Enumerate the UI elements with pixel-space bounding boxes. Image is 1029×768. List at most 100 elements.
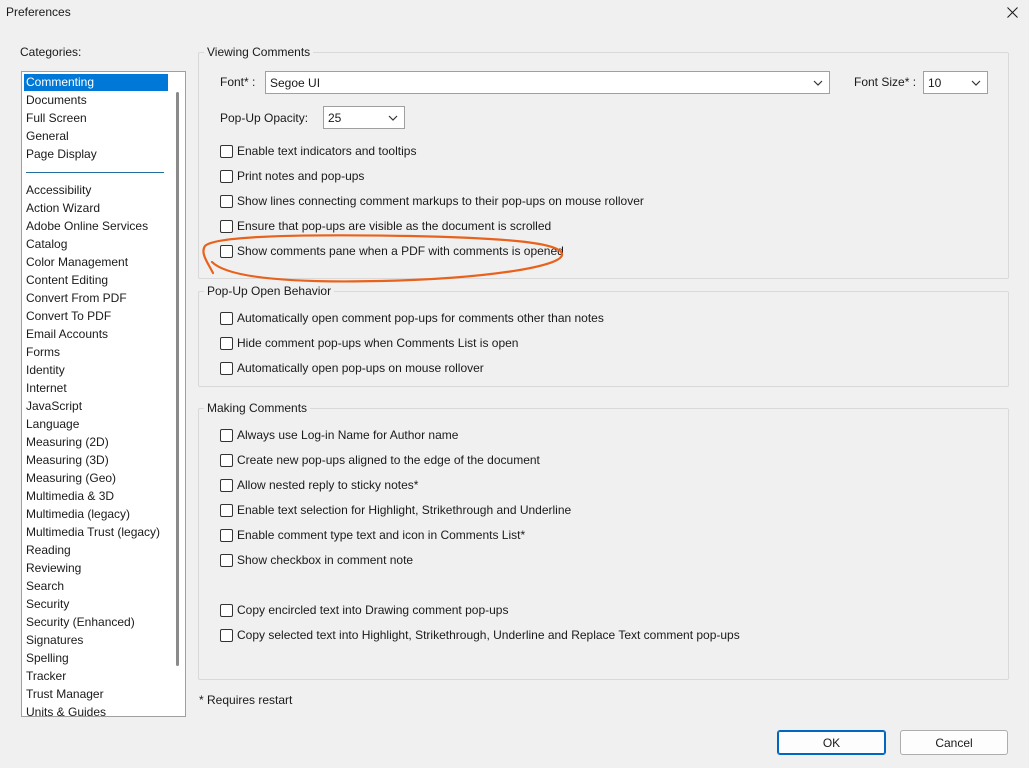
category-item[interactable]: Language bbox=[24, 416, 168, 433]
category-item[interactable]: Multimedia (legacy) bbox=[24, 506, 168, 523]
category-item[interactable]: Internet bbox=[24, 380, 168, 397]
option-label: Print notes and pop-ups bbox=[237, 169, 365, 183]
category-item-documents[interactable]: Documents bbox=[24, 92, 168, 109]
close-icon bbox=[1006, 6, 1018, 18]
option-enable-text-indicators[interactable]: Enable text indicators and tooltips bbox=[220, 143, 416, 159]
checkbox[interactable] bbox=[220, 628, 233, 642]
font-label: Font* : bbox=[220, 75, 256, 89]
option-open-on-rollover[interactable]: Automatically open pop-ups on mouse roll… bbox=[220, 360, 484, 376]
category-item[interactable]: Security (Enhanced) bbox=[24, 614, 168, 631]
requires-restart-note: * Requires restart bbox=[199, 693, 293, 707]
opacity-value: 25 bbox=[328, 111, 342, 125]
opacity-label: Pop-Up Opacity: bbox=[220, 111, 309, 125]
checkbox[interactable] bbox=[220, 503, 233, 517]
option-popups-visible[interactable]: Ensure that pop-ups are visible as the d… bbox=[220, 218, 551, 234]
option-comment-type-icon[interactable]: Enable comment type text and icon in Com… bbox=[220, 527, 525, 543]
option-login-name[interactable]: Always use Log-in Name for Author name bbox=[220, 427, 458, 443]
category-item[interactable]: Multimedia Trust (legacy) bbox=[24, 524, 168, 541]
category-item[interactable]: Trust Manager bbox=[24, 686, 168, 703]
category-item[interactable]: Units & Guides bbox=[24, 704, 168, 716]
category-item[interactable]: JavaScript bbox=[24, 398, 168, 415]
category-item-full-screen[interactable]: Full Screen bbox=[24, 110, 168, 127]
checkbox[interactable] bbox=[220, 361, 233, 375]
category-item[interactable]: Convert From PDF bbox=[24, 290, 168, 307]
category-item[interactable]: Convert To PDF bbox=[24, 308, 168, 325]
option-auto-open-popups[interactable]: Automatically open comment pop-ups for c… bbox=[220, 310, 604, 326]
category-item-general[interactable]: General bbox=[24, 128, 168, 145]
scrollbar-thumb[interactable] bbox=[176, 92, 179, 666]
categories-list[interactable]: Commenting Documents Full Screen General… bbox=[21, 71, 186, 717]
checkbox[interactable] bbox=[220, 603, 233, 617]
font-value: Segoe UI bbox=[270, 76, 321, 90]
checkbox[interactable] bbox=[220, 244, 233, 258]
category-item[interactable]: Accessibility bbox=[24, 182, 168, 199]
option-copy-selected[interactable]: Copy selected text into Highlight, Strik… bbox=[220, 627, 740, 643]
checkbox[interactable] bbox=[220, 478, 233, 492]
font-size-value: 10 bbox=[928, 76, 942, 90]
category-item[interactable]: Identity bbox=[24, 362, 168, 379]
category-item[interactable]: Multimedia & 3D bbox=[24, 488, 168, 505]
option-label: Enable text indicators and tooltips bbox=[237, 144, 417, 158]
option-label: Allow nested reply to sticky notes* bbox=[237, 478, 419, 492]
category-item[interactable]: Reviewing bbox=[24, 560, 168, 577]
checkbox[interactable] bbox=[220, 144, 233, 158]
option-label: Copy encircled text into Drawing comment… bbox=[237, 603, 509, 617]
categories-label: Categories: bbox=[20, 45, 82, 59]
option-align-popups[interactable]: Create new pop-ups aligned to the edge o… bbox=[220, 452, 540, 468]
option-text-selection[interactable]: Enable text selection for Highlight, Str… bbox=[220, 502, 571, 518]
option-hide-popups[interactable]: Hide comment pop-ups when Comments List … bbox=[220, 335, 518, 351]
category-item[interactable]: Tracker bbox=[24, 668, 168, 685]
category-item[interactable]: Signatures bbox=[24, 632, 168, 649]
font-select[interactable]: Segoe UI bbox=[265, 71, 830, 94]
option-label: Show comments pane when a PDF with comme… bbox=[237, 244, 564, 258]
checkbox[interactable] bbox=[220, 169, 233, 183]
close-button[interactable] bbox=[995, 0, 1029, 24]
category-item-commenting[interactable]: Commenting bbox=[24, 74, 168, 91]
category-item[interactable]: Forms bbox=[24, 344, 168, 361]
option-copy-encircled[interactable]: Copy encircled text into Drawing comment… bbox=[220, 602, 508, 618]
checkbox[interactable] bbox=[220, 428, 233, 442]
option-label: Show lines connecting comment markups to… bbox=[237, 194, 644, 208]
option-label: Enable comment type text and icon in Com… bbox=[237, 528, 526, 542]
option-print-notes[interactable]: Print notes and pop-ups bbox=[220, 168, 364, 184]
option-label: Automatically open pop-ups on mouse roll… bbox=[237, 361, 484, 375]
option-show-comments-pane[interactable]: Show comments pane when a PDF with comme… bbox=[220, 243, 564, 259]
checkbox[interactable] bbox=[220, 219, 233, 233]
chevron-down-icon bbox=[813, 80, 823, 86]
font-size-label: Font Size* : bbox=[854, 75, 917, 89]
option-label: Automatically open comment pop-ups for c… bbox=[237, 311, 604, 325]
category-item[interactable]: Catalog bbox=[24, 236, 168, 253]
category-item[interactable]: Action Wizard bbox=[24, 200, 168, 217]
chevron-down-icon bbox=[388, 115, 398, 121]
opacity-select[interactable]: 25 bbox=[323, 106, 405, 129]
cancel-button[interactable]: Cancel bbox=[900, 730, 1008, 755]
chevron-down-icon bbox=[971, 80, 981, 86]
category-item[interactable]: Email Accounts bbox=[24, 326, 168, 343]
ok-button[interactable]: OK bbox=[777, 730, 886, 755]
title-bar: Preferences bbox=[0, 0, 1029, 26]
category-item[interactable]: Reading bbox=[24, 542, 168, 559]
option-nested-reply[interactable]: Allow nested reply to sticky notes* bbox=[220, 477, 418, 493]
category-item[interactable]: Measuring (Geo) bbox=[24, 470, 168, 487]
checkbox[interactable] bbox=[220, 336, 233, 350]
checkbox[interactable] bbox=[220, 194, 233, 208]
category-item[interactable]: Color Management bbox=[24, 254, 168, 271]
category-item[interactable]: Adobe Online Services bbox=[24, 218, 168, 235]
checkbox[interactable] bbox=[220, 528, 233, 542]
category-item[interactable]: Search bbox=[24, 578, 168, 595]
option-label: Always use Log-in Name for Author name bbox=[237, 428, 459, 442]
option-label: Ensure that pop-ups are visible as the d… bbox=[237, 219, 552, 233]
categories-scrollbar[interactable] bbox=[171, 72, 185, 716]
font-size-select[interactable]: 10 bbox=[923, 71, 988, 94]
checkbox[interactable] bbox=[220, 453, 233, 467]
checkbox[interactable] bbox=[220, 553, 233, 567]
category-item[interactable]: Content Editing bbox=[24, 272, 168, 289]
category-item[interactable]: Security bbox=[24, 596, 168, 613]
option-checkbox-in-note[interactable]: Show checkbox in comment note bbox=[220, 552, 413, 568]
category-item-page-display[interactable]: Page Display bbox=[24, 146, 168, 163]
category-item[interactable]: Measuring (2D) bbox=[24, 434, 168, 451]
category-item[interactable]: Measuring (3D) bbox=[24, 452, 168, 469]
option-show-lines[interactable]: Show lines connecting comment markups to… bbox=[220, 193, 644, 209]
checkbox[interactable] bbox=[220, 311, 233, 325]
category-item[interactable]: Spelling bbox=[24, 650, 168, 667]
